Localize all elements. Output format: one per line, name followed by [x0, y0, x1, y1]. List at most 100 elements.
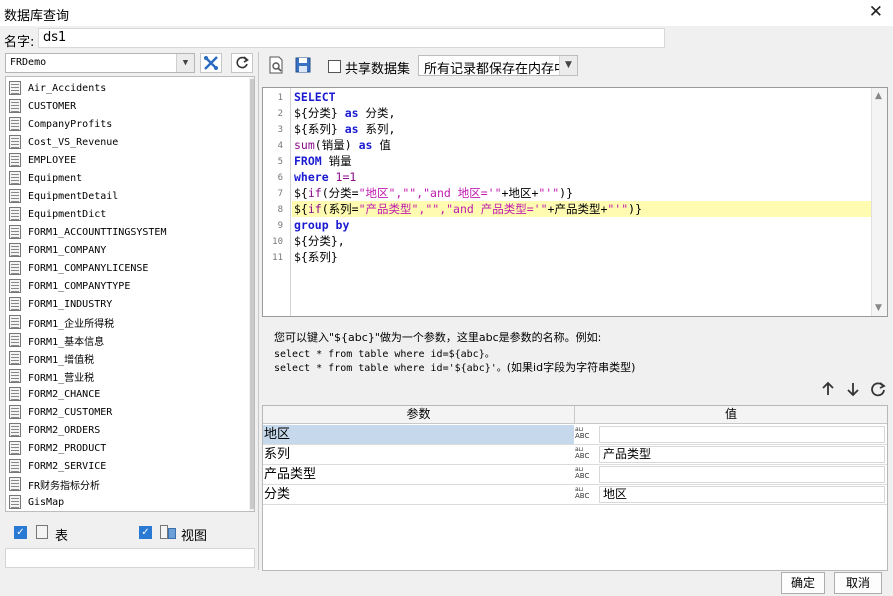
table-list-item[interactable]: EquipmentDetail [9, 187, 118, 205]
view-checkbox[interactable]: ✓ [139, 526, 152, 539]
sql-editor[interactable]: 1 2 3 4 5 6 7 8 9 10 11 SELECT ${分类} as 分类, ${系列} as… [262, 87, 888, 317]
table-list-item[interactable]: CUSTOMER [9, 97, 76, 115]
table-list-item[interactable]: FORM1_ACCOUNTTINGSYSTEM [9, 223, 166, 241]
line-number: 1 [277, 93, 283, 103]
table-name: EquipmentDict [28, 208, 107, 220]
tools-icon[interactable] [200, 53, 222, 73]
table-name: CompanyProfits [28, 118, 113, 130]
line-number: 7 [277, 189, 283, 199]
table-list-item[interactable]: FORM1_COMPANYTYPE [9, 277, 130, 295]
string-type-icon[interactable]: a⊔ ABC [575, 466, 597, 483]
table-list-item[interactable]: FR财务指标分析 [9, 475, 100, 493]
param-value-input[interactable] [599, 466, 885, 483]
panel-divider[interactable] [258, 52, 259, 570]
param-row[interactable]: 分类 a⊔ ABC 地区 [263, 485, 887, 505]
sql-line[interactable]: group by [294, 217, 349, 233]
table-list-item[interactable]: FORM1_增值税 [9, 349, 94, 367]
sql-token: ${系列} [294, 122, 345, 136]
refresh-params-icon[interactable] [870, 381, 886, 397]
table-list-item[interactable]: FORM1_COMPANYLICENSE [9, 259, 148, 277]
ok-button[interactable]: 确定 [781, 572, 825, 594]
param-value-input[interactable]: 地区 [599, 486, 885, 503]
table-list-item[interactable]: CompanyProfits [9, 115, 112, 133]
sql-token: ${分类}, [294, 234, 345, 248]
save-icon[interactable] [293, 55, 313, 75]
table-icon [9, 153, 21, 167]
sql-line[interactable]: FROM 销量 [294, 153, 352, 169]
table-icon [9, 459, 21, 473]
sql-line[interactable]: ${if(系列="产品类型","","and 产品类型='"+产品类型+"'")… [294, 201, 642, 217]
table-list-item[interactable]: FORM1_企业所得税 [9, 313, 114, 331]
sql-token: if [307, 202, 322, 216]
move-down-icon[interactable] [845, 381, 861, 397]
table-name: Cost_VS_Revenue [28, 136, 119, 148]
param-name[interactable]: 系列 [263, 445, 574, 464]
sql-line[interactable]: sum(销量) as 值 [294, 137, 391, 153]
table-icon [9, 243, 21, 257]
table-checkbox[interactable]: ✓ [14, 526, 27, 539]
table-list-item[interactable]: FORM2_CHANCE [9, 385, 100, 403]
sql-line[interactable]: where 1=1 [294, 169, 356, 185]
sql-line[interactable]: ${分类}, [294, 233, 345, 249]
table-list-item[interactable]: GisMap [9, 493, 64, 511]
table-list-item[interactable]: FORM1_INDUSTRY [9, 295, 112, 313]
sql-line[interactable]: ${分类} as 分类, [294, 105, 395, 121]
table-icon [9, 207, 21, 221]
hint-line-2: select * from table where id=${abc}。 [274, 349, 495, 360]
table-name: GisMap [28, 496, 65, 508]
scroll-up-icon[interactable]: ▲ [875, 91, 882, 101]
datasource-select[interactable]: FRDemo ▼ [5, 53, 195, 73]
param-name[interactable]: 地区 [263, 425, 574, 444]
table-list[interactable]: Air_Accidents CUSTOMER CompanyProfits Cost_… [5, 76, 255, 512]
sql-line[interactable]: ${if(分类="地区","","and 地区='"+地区+"'")} [294, 185, 573, 201]
sql-token: "产品类型","","and 产品类型='" [358, 202, 548, 216]
name-input[interactable]: ds1 [38, 28, 665, 48]
table-name: FORM2_CHANCE [28, 388, 101, 400]
table-list-item[interactable]: FORM2_SERVICE [9, 457, 106, 475]
refresh-icon[interactable] [231, 53, 253, 73]
string-type-icon[interactable]: a⊔ ABC [575, 486, 597, 503]
line-number: 11 [272, 253, 283, 263]
table-list-item[interactable]: FORM1_COMPANY [9, 241, 106, 259]
share-dataset-checkbox[interactable]: ✓ [328, 60, 341, 73]
parameter-table[interactable]: 参数 值 地区 a⊔ ABC 系列 a⊔ ABC 产品类型 产品类型 a⊔ ABC 分类 a⊔ ABC 地… [262, 405, 888, 571]
table-list-item[interactable]: EquipmentDict [9, 205, 106, 223]
string-type-icon[interactable]: a⊔ ABC [575, 426, 597, 443]
table-list-item[interactable]: EMPLOYEE [9, 151, 76, 169]
table-list-item[interactable]: FORM2_ORDERS [9, 421, 100, 439]
type-glyph: ABC [575, 432, 590, 440]
preview-icon[interactable] [266, 55, 286, 75]
table-list-item[interactable]: FORM1_基本信息 [9, 331, 104, 349]
table-name: EMPLOYEE [28, 154, 77, 166]
param-value-input[interactable]: 产品类型 [599, 446, 885, 463]
param-value-input[interactable] [599, 426, 885, 443]
sql-line[interactable]: SELECT [294, 89, 336, 105]
param-name[interactable]: 分类 [263, 485, 574, 504]
string-type-icon[interactable]: a⊔ ABC [575, 446, 597, 463]
table-list-item[interactable]: FORM2_CUSTOMER [9, 403, 112, 421]
param-row[interactable]: 系列 a⊔ ABC 产品类型 [263, 445, 887, 465]
editor-scrollbar[interactable]: ▲ ▼ [871, 88, 887, 316]
table-icon [9, 135, 21, 149]
table-list-item[interactable]: Cost_VS_Revenue [9, 133, 118, 151]
table-name: Equipment [28, 172, 83, 184]
table-list-item[interactable]: Air_Accidents [9, 79, 106, 97]
cancel-button[interactable]: 取消 [834, 572, 882, 594]
param-row[interactable]: 地区 a⊔ ABC [263, 425, 887, 445]
sql-token: SELECT [294, 90, 336, 104]
table-list-item[interactable]: Equipment [9, 169, 82, 187]
chevron-down-icon[interactable]: ▼ [559, 56, 577, 75]
param-name[interactable]: 产品类型 [263, 465, 574, 484]
scroll-down-icon[interactable]: ▼ [875, 303, 882, 313]
chevron-down-icon[interactable]: ▼ [176, 54, 194, 72]
list-scrollbar-thumb[interactable] [250, 79, 254, 509]
param-row[interactable]: 产品类型 a⊔ ABC [263, 465, 887, 485]
move-up-icon[interactable] [820, 381, 836, 397]
table-list-item[interactable]: FORM1_营业税 [9, 367, 94, 385]
table-list-item[interactable]: FORM2_PRODUCT [9, 439, 106, 457]
memory-mode-select[interactable]: 所有记录都保存在内存中 ▼ [418, 55, 578, 77]
table-search-input[interactable] [5, 548, 255, 568]
sql-line[interactable]: ${系列} [294, 249, 338, 265]
close-icon[interactable]: ✕ [869, 2, 883, 22]
sql-line[interactable]: ${系列} as 系列, [294, 121, 395, 137]
